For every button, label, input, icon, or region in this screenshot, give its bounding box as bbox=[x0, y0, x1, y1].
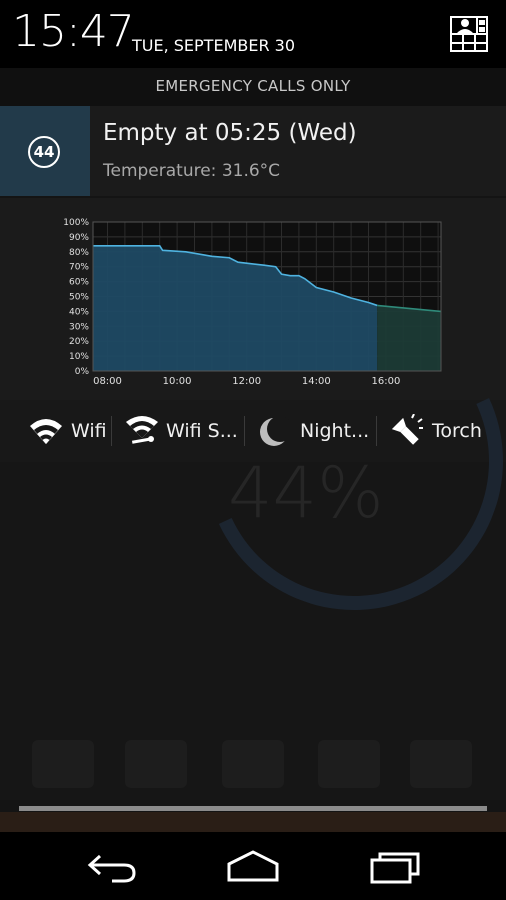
chart-y-tick-label: 60% bbox=[69, 278, 89, 288]
chart-y-tick-label: 0% bbox=[75, 367, 90, 377]
chart-y-tick-label: 90% bbox=[69, 233, 89, 243]
dock-app-icon bbox=[222, 740, 284, 788]
chart-y-tick-label: 50% bbox=[69, 293, 89, 303]
dock-app-icon bbox=[125, 740, 187, 788]
quick-settings-button[interactable] bbox=[448, 14, 490, 54]
chart-y-tick-label: 80% bbox=[69, 248, 89, 258]
notification-title: Empty at 05:25 (Wed) bbox=[103, 120, 357, 146]
home-button[interactable] bbox=[223, 846, 283, 886]
home-screen-background: 44% bbox=[0, 270, 506, 800]
back-button[interactable] bbox=[82, 846, 142, 886]
wifi-icon bbox=[30, 419, 62, 444]
dock-app-icon bbox=[318, 740, 380, 788]
battery-notification[interactable]: 44 Empty at 05:25 (Wed) Temperature: 31.… bbox=[0, 106, 506, 196]
wifi-settings-icon bbox=[126, 416, 158, 444]
chart-y-tick-label: 10% bbox=[69, 352, 89, 362]
chart-y-tick-label: 40% bbox=[69, 307, 89, 317]
home-icon bbox=[227, 850, 279, 882]
notification-text: Temperature: 31.6°C bbox=[103, 161, 281, 181]
chart-y-tick-label: 20% bbox=[69, 337, 89, 347]
navigation-bar bbox=[0, 832, 506, 900]
chart-x-tick-label: 08:00 bbox=[93, 376, 122, 387]
chart-x-tick-label: 10:00 bbox=[163, 376, 192, 387]
quick-settings-icon bbox=[450, 16, 488, 52]
battery-level-badge: 44 bbox=[28, 136, 60, 168]
clock: 15:47 bbox=[12, 6, 135, 57]
chart-y-tick-label: 30% bbox=[69, 322, 89, 332]
notification-icon-box: 44 bbox=[0, 106, 90, 196]
recents-button[interactable] bbox=[366, 846, 426, 886]
chart-y-tick-label: 70% bbox=[69, 263, 89, 273]
carrier-label: EMERGENCY CALLS ONLY bbox=[155, 77, 351, 95]
battery-widget-text: 44% bbox=[228, 452, 384, 534]
date: TUE, SEPTEMBER 30 bbox=[132, 36, 296, 55]
status-bar: 15:47 TUE, SEPTEMBER 30 bbox=[0, 0, 506, 68]
dock-app-icon bbox=[32, 740, 94, 788]
shade-drag-handle[interactable] bbox=[19, 806, 487, 811]
toggle-wifi-label: Wifi bbox=[71, 420, 107, 442]
toggle-divider bbox=[111, 416, 112, 446]
recents-icon bbox=[370, 852, 420, 884]
toggle-wifi[interactable]: Wifi bbox=[22, 400, 108, 462]
dock-app-icon bbox=[410, 740, 472, 788]
chart-y-tick-label: 100% bbox=[63, 218, 89, 228]
carrier-row: EMERGENCY CALLS ONLY bbox=[0, 68, 506, 106]
wallpaper-strip bbox=[0, 812, 506, 832]
back-icon bbox=[87, 854, 136, 883]
